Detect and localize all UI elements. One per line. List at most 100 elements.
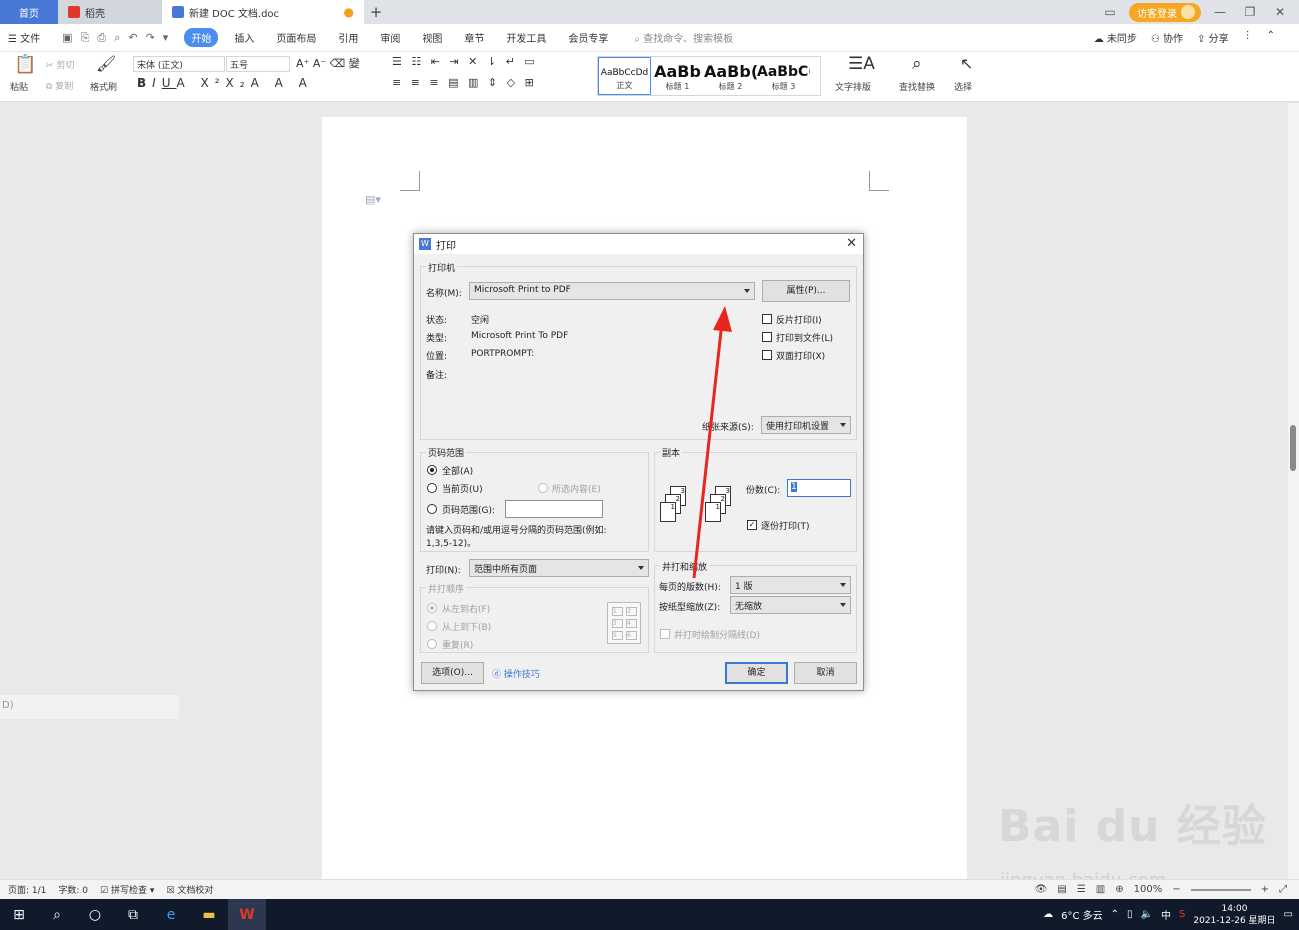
preview-icon[interactable]: ⌕ xyxy=(114,31,120,45)
font-name-select[interactable]: 宋体 (正文) xyxy=(133,56,225,72)
select-cursor-icon[interactable]: ↖ xyxy=(960,54,973,73)
order-repeat-radio[interactable] xyxy=(427,639,437,649)
tab-view[interactable]: 视图 xyxy=(422,30,442,45)
style-heading-2[interactable]: AaBb(标题 2 xyxy=(704,57,757,95)
page-view-icon[interactable]: ▤ xyxy=(1057,884,1066,895)
sync-button[interactable]: ☁ 未同步 xyxy=(1094,30,1137,45)
font-format-icons[interactable]: BIUA X²X₂A A A xyxy=(137,76,313,90)
weather-text[interactable]: 6°C 多云 xyxy=(1061,907,1103,922)
read-view-icon[interactable]: ▥ xyxy=(1096,884,1105,895)
printer-properties-button[interactable]: 属性(P)... xyxy=(762,280,850,302)
undo-icon[interactable]: ↶ xyxy=(128,31,137,45)
search-icon[interactable]: ⌕ xyxy=(38,899,76,930)
collab-button[interactable]: ⚇ 协作 xyxy=(1151,30,1183,45)
tab-document[interactable]: 新建 DOC 文档.doc ● xyxy=(162,0,364,24)
ie-browser-icon[interactable]: e xyxy=(152,899,190,930)
share-button[interactable]: ⇪ 分享 xyxy=(1197,30,1229,45)
sogou-icon[interactable]: S xyxy=(1179,909,1185,920)
tips-link[interactable]: ⓓ 操作技巧 xyxy=(492,667,540,680)
order-ttb-radio[interactable] xyxy=(427,621,437,631)
paragraph-icons-top[interactable]: ☰ ☷ ⇤ ⇥ ✕ ⇂ ↵ ▭ xyxy=(392,55,538,68)
paragraph-handle-icon[interactable]: ▤▾ xyxy=(365,193,381,206)
zoom-in-icon[interactable]: + xyxy=(1261,884,1269,895)
outline-view-icon[interactable]: ☰ xyxy=(1077,884,1086,895)
tab-member[interactable]: 会员专享 xyxy=(568,30,608,45)
tab-chapter[interactable]: 章节 xyxy=(464,30,484,45)
copy-button[interactable]: ⧉ 复制 xyxy=(46,79,73,92)
network-icon[interactable]: ▯ xyxy=(1127,909,1133,920)
cortana-icon[interactable]: ○ xyxy=(76,899,114,930)
task-view-icon[interactable]: ⧉ xyxy=(114,899,152,930)
collate-checkbox[interactable]: ✓ xyxy=(747,520,757,530)
paper-source-select[interactable]: 使用打印机设置 xyxy=(761,416,851,434)
vertical-scrollbar[interactable] xyxy=(1288,103,1299,879)
paste-button[interactable]: 粘贴 xyxy=(10,80,28,93)
minimize-icon[interactable]: — xyxy=(1209,5,1231,19)
duplex-print-checkbox[interactable] xyxy=(762,350,772,360)
style-heading-1[interactable]: AaBb 标题 1 xyxy=(651,57,704,95)
range-pages-radio[interactable] xyxy=(427,504,437,514)
paste-icon[interactable]: 📋 xyxy=(14,54,36,75)
scale-select[interactable]: 无缩放 xyxy=(730,596,851,614)
tab-insert[interactable]: 插入 xyxy=(234,30,254,45)
options-button[interactable]: 选项(O)... xyxy=(421,662,484,684)
guest-login-button[interactable]: 访客登录 xyxy=(1129,2,1201,22)
file-explorer-icon[interactable]: ▬ xyxy=(190,899,228,930)
tab-daoke[interactable]: 稻壳 xyxy=(58,0,162,24)
text-layout-icon[interactable]: ☰A xyxy=(848,54,875,74)
printer-name-select[interactable]: Microsoft Print to PDF xyxy=(469,282,755,300)
zoom-out-icon[interactable]: − xyxy=(1172,884,1180,895)
find-icon[interactable]: ⌕ xyxy=(912,54,922,74)
range-selection-radio[interactable] xyxy=(538,483,548,493)
zoom-slider[interactable] xyxy=(1190,888,1251,891)
cancel-button[interactable]: 取消 xyxy=(794,662,857,684)
eye-protect-icon[interactable]: 👁 xyxy=(1035,884,1048,895)
range-current-radio[interactable] xyxy=(427,483,437,493)
tab-references[interactable]: 引用 xyxy=(338,30,358,45)
restore-icon[interactable]: ❐ xyxy=(1239,5,1261,19)
web-view-icon[interactable]: ⊕ xyxy=(1115,884,1123,895)
export-icon[interactable]: ⎘ xyxy=(81,31,90,45)
fullscreen-icon[interactable]: ⤢ xyxy=(1279,884,1287,895)
print-to-file-checkbox[interactable] xyxy=(762,332,772,342)
volume-icon[interactable]: 🔈 xyxy=(1141,909,1153,920)
reverse-print-checkbox[interactable] xyxy=(762,314,772,324)
range-all-radio[interactable] xyxy=(427,465,437,475)
scrollbar-thumb[interactable] xyxy=(1290,425,1296,471)
style-normal[interactable]: AaBbCcDd 正文 xyxy=(598,57,651,95)
windows-start-icon[interactable]: ⊞ xyxy=(0,899,38,930)
word-count[interactable]: 字数: 0 xyxy=(58,883,88,896)
paragraph-icons-bottom[interactable]: ≡ ≡ ≡ ▤ ▥ ⇕ ◇ ⊞ xyxy=(392,76,537,89)
select-button[interactable]: 选择 xyxy=(954,80,972,93)
ime-indicator[interactable]: 中 xyxy=(1161,907,1171,922)
collapse-ribbon-icon[interactable]: ⌃ xyxy=(1267,30,1275,45)
close-window-icon[interactable]: ✕ xyxy=(1269,5,1291,19)
find-replace-button[interactable]: 查找替换 xyxy=(899,80,935,93)
command-search[interactable]: ⌕ 查找命令、搜索模板 xyxy=(634,30,733,45)
notification-icon[interactable]: ▭ xyxy=(1284,909,1293,920)
more-icon[interactable]: ▾ xyxy=(163,31,169,45)
print-what-select[interactable]: 范围中所有页面 xyxy=(469,559,649,577)
ok-button[interactable]: 确定 xyxy=(725,662,788,684)
font-size-select[interactable]: 五号 xyxy=(226,56,290,72)
save-icon[interactable]: ▣ xyxy=(62,31,72,45)
tab-developer[interactable]: 开发工具 xyxy=(506,30,546,45)
cut-button[interactable]: ✂ 剪切 xyxy=(46,58,74,71)
format-painter-icon[interactable]: 🖌 xyxy=(96,54,116,73)
print-icon[interactable]: ⎙ xyxy=(97,31,106,45)
tab-page-layout[interactable]: 页面布局 xyxy=(276,30,316,45)
reader-mode-icon[interactable]: ▭ xyxy=(1099,5,1121,19)
proofread-button[interactable]: ☒ 文档校对 xyxy=(166,883,213,896)
style-heading-3[interactable]: AaBbC(标题 3 xyxy=(757,57,810,95)
tab-review[interactable]: 审阅 xyxy=(380,30,400,45)
pages-per-sheet-select[interactable]: 1 版 xyxy=(730,576,851,594)
more-menu-icon[interactable]: ⋮ xyxy=(1243,30,1253,45)
format-painter-button[interactable]: 格式刷 xyxy=(90,80,117,93)
copies-input[interactable]: 1 xyxy=(787,479,851,497)
range-pages-input[interactable] xyxy=(505,500,603,518)
unsaved-dot-icon[interactable]: ● xyxy=(344,5,354,19)
text-layout-button[interactable]: 文字排版 xyxy=(835,80,871,93)
draw-lines-checkbox[interactable] xyxy=(660,629,670,639)
dialog-close-icon[interactable]: ✕ xyxy=(846,236,857,251)
tab-start[interactable]: 开始 xyxy=(184,28,219,47)
